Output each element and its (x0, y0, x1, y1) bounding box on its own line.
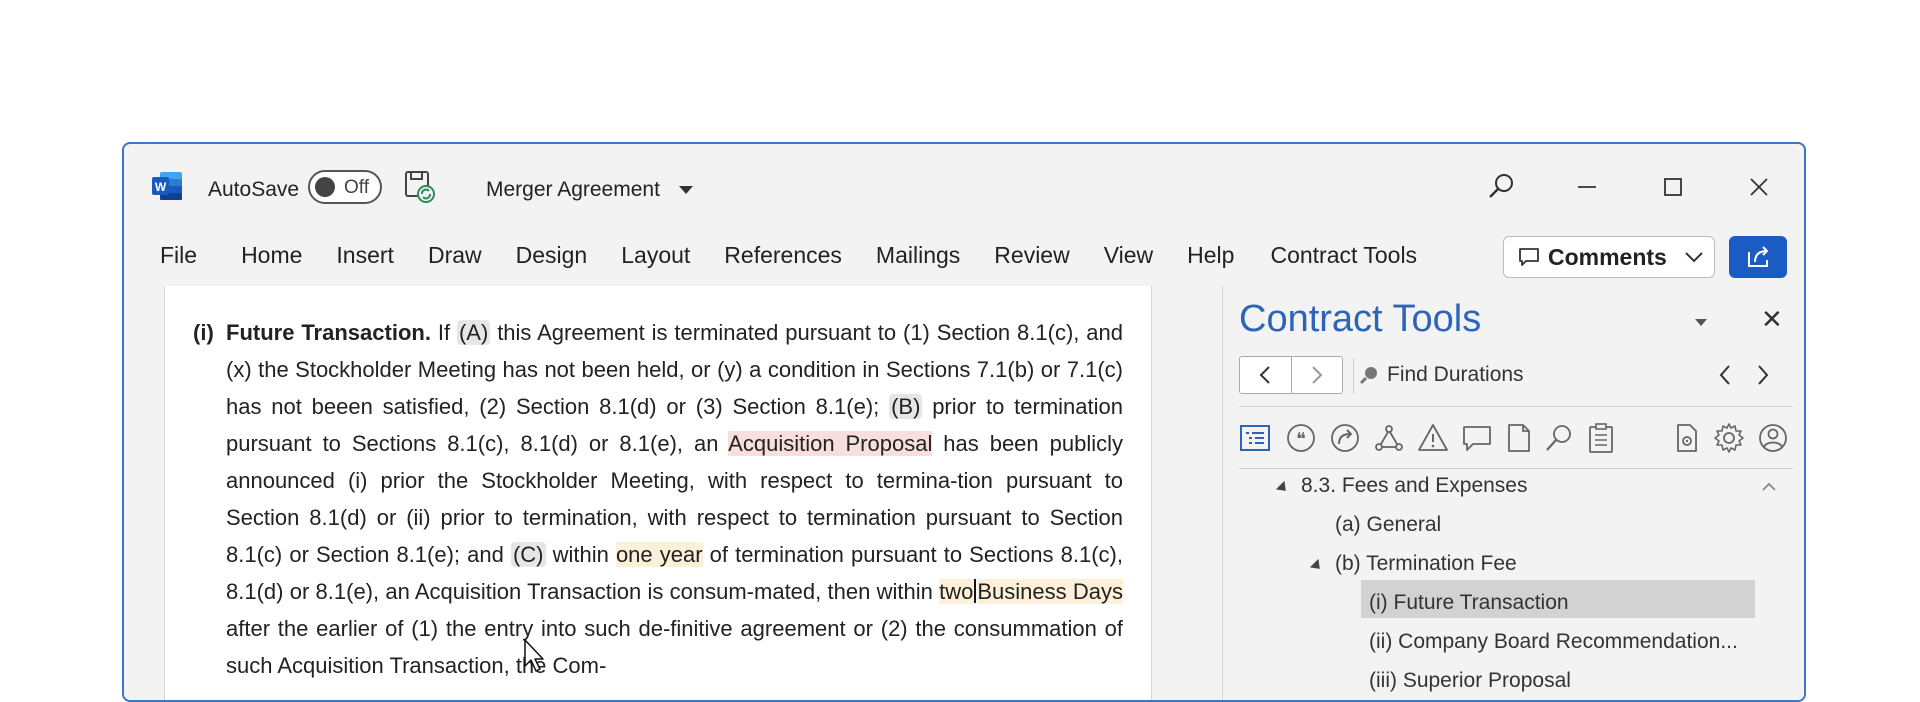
pane-title: Contract Tools (1239, 298, 1482, 340)
tab-view[interactable]: View (1104, 242, 1153, 269)
clause-number: (i) (193, 320, 214, 345)
autosave-label: AutoSave (208, 178, 300, 201)
clipboard-icon[interactable] (1585, 422, 1617, 454)
tab-layout[interactable]: Layout (621, 242, 690, 269)
tree-item-termination-fee[interactable]: (b) Termination Fee (1335, 552, 1517, 576)
document-title[interactable]: Merger Agreement (486, 178, 660, 202)
text-run: after the earlier of (1) the entry into … (226, 616, 1123, 678)
nav-buttons (1239, 356, 1343, 394)
defined-term-highlight[interactable]: Acquisition Proposal (728, 431, 933, 456)
word-window: W AutoSave Off Merger Agreement File Hom… (122, 142, 1806, 702)
tree-item-general[interactable]: (a) General (1335, 513, 1441, 537)
clause-paragraph[interactable]: (i) Future Transaction. If (A) this Agre… (193, 314, 1123, 684)
tree-item-future-transaction[interactable]: (i) Future Transaction (1369, 591, 1569, 615)
chevron-up-icon[interactable] (1761, 482, 1777, 492)
tab-design[interactable]: Design (516, 242, 588, 269)
doc-settings-icon[interactable] (1671, 422, 1703, 454)
share-button[interactable] (1729, 236, 1787, 278)
expand-arrow-icon[interactable] (1309, 558, 1325, 574)
divider (1239, 468, 1793, 469)
tree-item-superior-proposal[interactable]: (iii) Superior Proposal (1369, 669, 1571, 693)
toggle-knob (315, 177, 335, 197)
tab-insert[interactable]: Insert (336, 242, 394, 269)
mouse-pointer-icon (524, 639, 544, 672)
tree-item-company-board-recommendation[interactable]: (ii) Company Board Recommendation... (1369, 630, 1738, 654)
ribbon-tabs: File Home Insert Draw Design Layout Refe… (160, 242, 1417, 269)
tab-review[interactable]: Review (994, 242, 1069, 269)
close-icon[interactable] (1742, 170, 1776, 204)
warning-icon[interactable] (1417, 422, 1449, 454)
tab-mailings[interactable]: Mailings (876, 242, 960, 269)
duration-highlight[interactable]: one year (615, 542, 703, 567)
find-durations-label: Find Durations (1387, 363, 1524, 386)
expand-arrow-icon[interactable] (1275, 480, 1291, 496)
previous-result-icon[interactable] (1715, 362, 1735, 388)
condition-marker-c[interactable]: (C) (510, 542, 546, 567)
duration-highlight-number[interactable]: two (939, 579, 974, 604)
condition-marker-a[interactable]: (A) (456, 320, 491, 345)
back-button[interactable] (1240, 357, 1291, 393)
condition-marker-b[interactable]: (B) (889, 394, 923, 419)
tab-references[interactable]: References (724, 242, 842, 269)
word-logo-icon[interactable]: W (152, 172, 182, 200)
title-bar: W AutoSave Off Merger Agreement (124, 144, 1804, 214)
duration-highlight-unit[interactable]: Business Days (977, 579, 1123, 604)
tree-item-fees-and-expenses[interactable]: 8.3. Fees and Expenses (1301, 474, 1527, 498)
find-durations-button[interactable]: Find Durations (1359, 360, 1524, 390)
outline-icon[interactable] (1239, 422, 1271, 454)
search-icon[interactable] (1484, 170, 1518, 204)
svg-text:W: W (155, 180, 167, 194)
minimize-icon[interactable] (1570, 170, 1604, 204)
redirect-icon[interactable] (1329, 422, 1361, 454)
tab-home[interactable]: Home (241, 242, 302, 269)
forward-button[interactable] (1290, 357, 1343, 393)
gear-icon[interactable] (1713, 422, 1745, 454)
account-icon[interactable] (1757, 422, 1789, 454)
comment-icon[interactable] (1461, 422, 1493, 454)
magnifier-icon (1359, 367, 1377, 385)
tab-draw[interactable]: Draw (428, 242, 482, 269)
autosave-toggle[interactable]: Off (308, 170, 382, 204)
maximize-icon[interactable] (1656, 170, 1690, 204)
quote-icon[interactable]: ❝ (1285, 422, 1317, 454)
chevron-left-icon (1259, 366, 1270, 384)
tab-help[interactable]: Help (1187, 242, 1234, 269)
document-page[interactable]: (i) Future Transaction. If (A) this Agre… (164, 286, 1152, 700)
clause-heading: Future Transaction. (226, 320, 431, 345)
tool-icon-row: ❝ (1239, 422, 1799, 456)
share-icon (1748, 246, 1769, 267)
toolbar-divider (1353, 358, 1354, 394)
save-refresh-icon[interactable] (404, 170, 436, 204)
comment-icon (1519, 248, 1539, 266)
pane-menu-caret-icon[interactable] (1695, 319, 1707, 326)
pane-close-icon[interactable]: ✕ (1761, 304, 1783, 335)
comments-label: Comments (1548, 243, 1667, 270)
autosave-state: Off (344, 177, 369, 198)
tab-contract-tools[interactable]: Contract Tools (1270, 242, 1417, 269)
chevron-right-icon (1312, 366, 1323, 384)
comments-button[interactable]: Comments (1503, 236, 1715, 278)
network-icon[interactable] (1373, 422, 1405, 454)
divider (1239, 406, 1793, 407)
document-icon[interactable] (1503, 422, 1535, 454)
svg-text:❝: ❝ (1296, 429, 1306, 449)
contract-tools-pane: Contract Tools ✕ Find Durations ❝ 8.3. F… (1222, 286, 1804, 700)
next-result-icon[interactable] (1753, 362, 1773, 388)
chevron-down-icon[interactable] (679, 186, 693, 194)
tab-file[interactable]: File (160, 242, 197, 269)
clause-text[interactable]: Future Transaction. If (A) this Agreemen… (226, 314, 1123, 684)
text-run: within (545, 542, 616, 567)
search-icon[interactable] (1543, 422, 1575, 454)
chevron-down-icon (1685, 252, 1703, 263)
text-run: If (430, 320, 457, 345)
